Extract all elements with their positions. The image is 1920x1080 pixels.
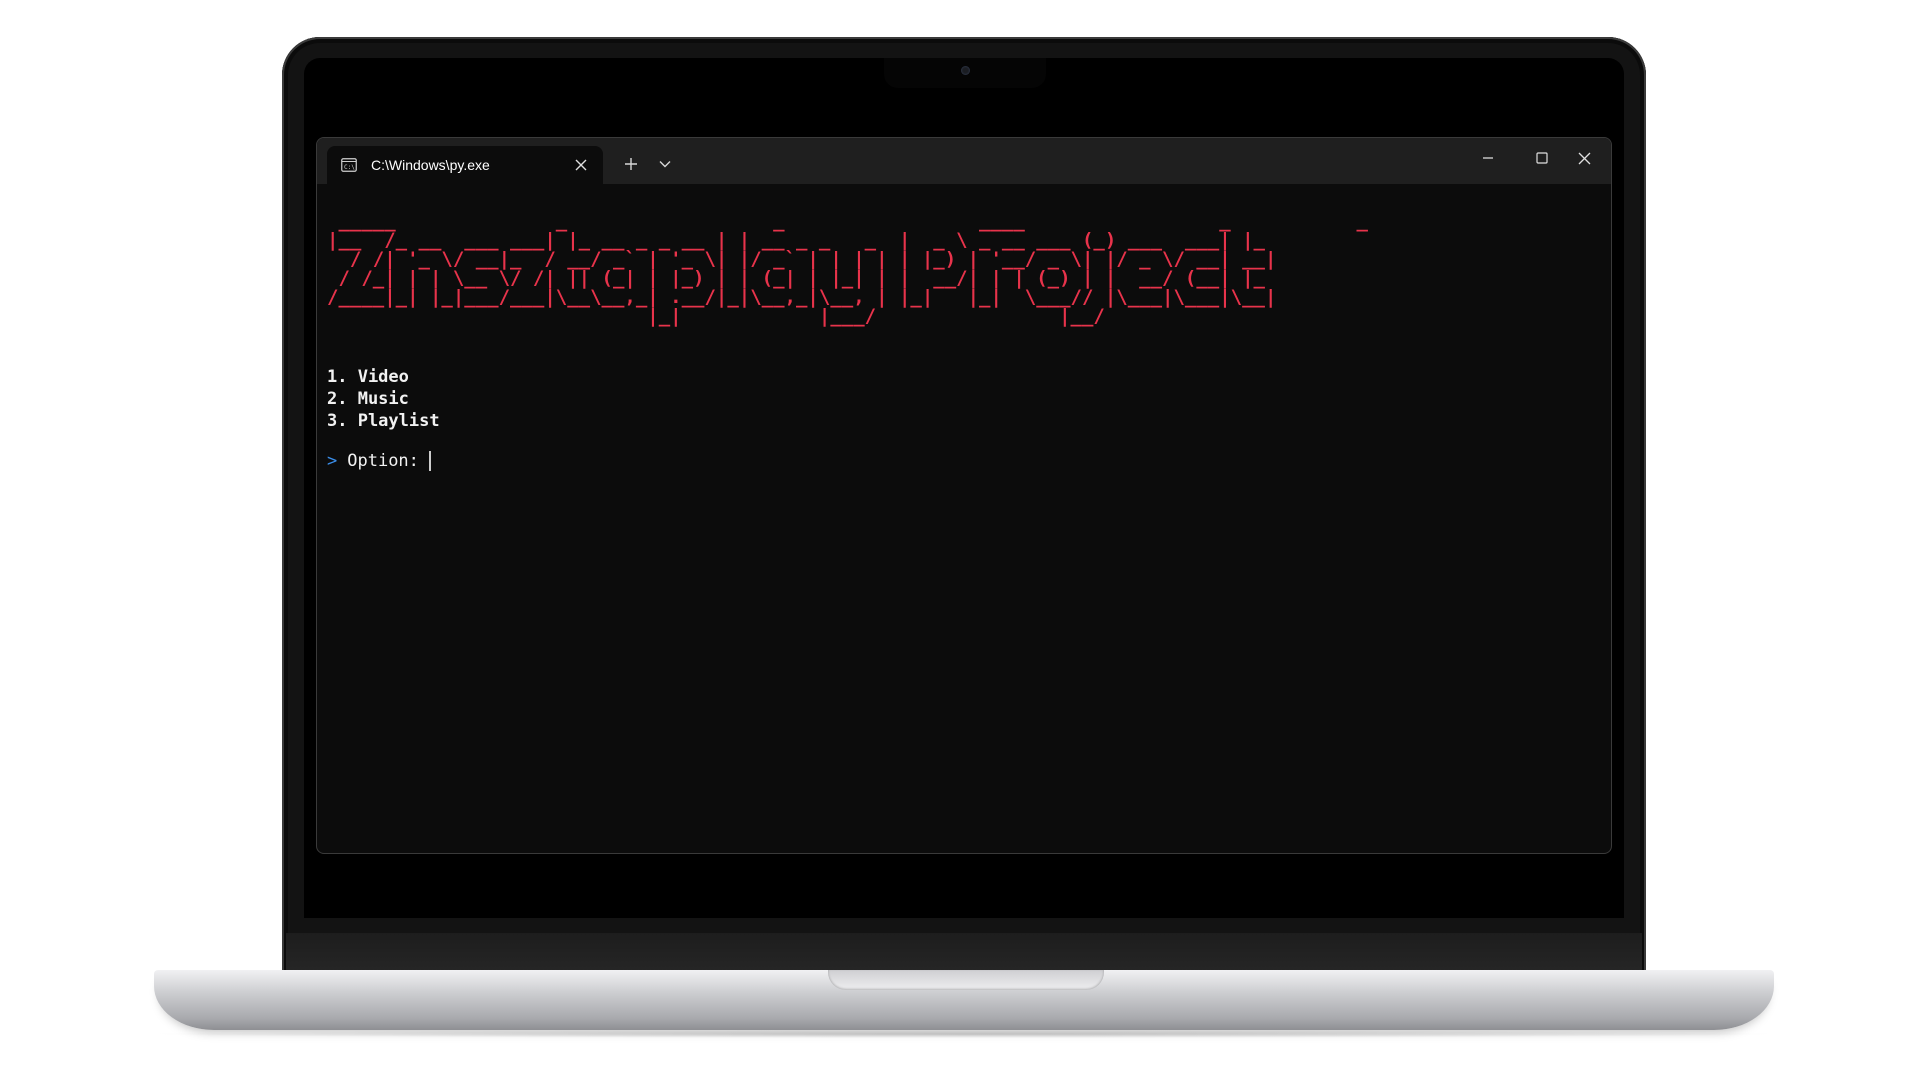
- close-window-button[interactable]: [1557, 138, 1611, 178]
- prompt-symbol: >: [327, 451, 338, 471]
- camera-icon: [961, 66, 970, 75]
- tab-title: C:\Windows\py.exe: [371, 157, 490, 173]
- laptop-shadow: [140, 1030, 1788, 1038]
- close-icon[interactable]: [571, 155, 591, 175]
- text-cursor: [428, 451, 431, 471]
- ascii-banner: _____ _ _ ____ _ _ |__ /_ __ ___ ___| |_…: [327, 210, 1368, 327]
- terminal-output[interactable]: _____ _ _ ____ _ _ |__ /_ __ ___ ___| |_…: [327, 184, 1597, 844]
- maximize-icon: [1536, 152, 1548, 164]
- tab-py-exe[interactable]: C:\ C:\Windows\py.exe: [327, 146, 603, 184]
- plus-icon: [625, 158, 637, 170]
- laptop-base-notch: [828, 970, 1104, 990]
- menu-item-music: 2. Music: [327, 389, 409, 409]
- menu-item-playlist: 3. Playlist: [327, 411, 440, 431]
- svg-text:C:\: C:\: [344, 164, 355, 171]
- title-bar: C:\ C:\Windows\py.exe: [317, 138, 1611, 184]
- terminal-window: C:\ C:\Windows\py.exe _____ _ _ ____ _ _…: [316, 137, 1612, 854]
- prompt-label: Option:: [347, 451, 419, 471]
- laptop-hinge: [286, 933, 1642, 973]
- minimize-icon: [1483, 157, 1493, 159]
- new-tab-button[interactable]: [615, 150, 647, 178]
- option-prompt[interactable]: > Option:: [327, 450, 431, 472]
- chevron-down-icon: [659, 161, 671, 168]
- terminal-icon: C:\: [341, 158, 357, 172]
- minimize-button[interactable]: [1461, 138, 1515, 178]
- tab-dropdown-button[interactable]: [649, 150, 681, 178]
- menu-item-video: 1. Video: [327, 367, 409, 387]
- close-icon: [1578, 152, 1590, 164]
- menu-list: 1. Video 2. Music 3. Playlist: [327, 366, 440, 432]
